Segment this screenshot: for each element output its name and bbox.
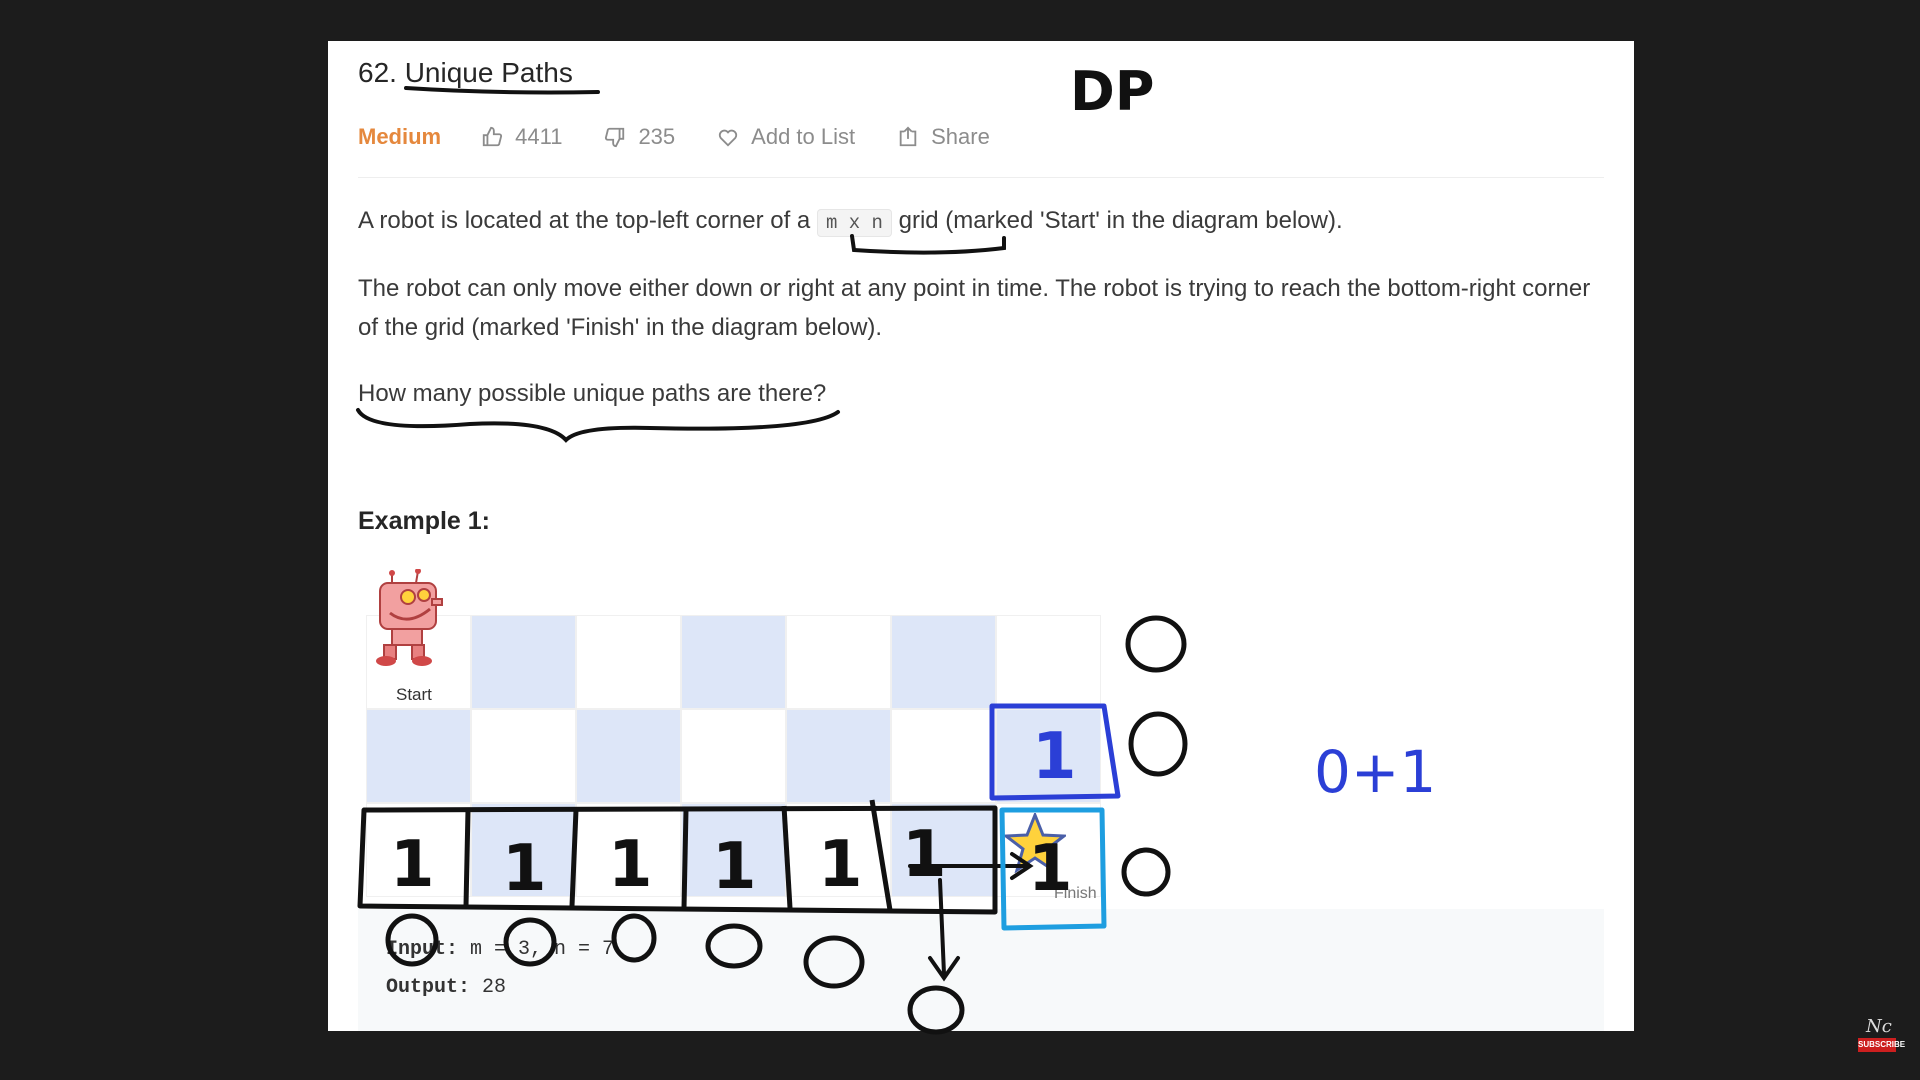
channel-logo: Nc: [1866, 1016, 1892, 1037]
grid-cell: [891, 709, 996, 803]
dislike-button[interactable]: 235: [604, 124, 675, 150]
add-to-list-button[interactable]: Add to List: [717, 124, 855, 150]
grid-cell: [366, 803, 471, 897]
output-label: Output:: [386, 976, 471, 999]
share-label: Share: [931, 124, 990, 149]
grid-cell: [681, 615, 786, 709]
finish-star-icon: [1004, 813, 1066, 873]
inline-code: m x n: [816, 209, 892, 237]
problem-meta-bar: Medium 4411 235 Add to List Share: [358, 117, 1032, 157]
like-count: 4411: [515, 124, 563, 149]
thumbs-up-icon: [482, 126, 503, 147]
grid-cell: [471, 803, 576, 897]
grid-cell: [471, 709, 576, 803]
description-question: How many possible unique paths are there…: [358, 380, 827, 407]
grid-cell: [996, 709, 1101, 803]
input-label: Input:: [386, 938, 459, 961]
grid-cell: [681, 709, 786, 803]
dislike-count: 235: [638, 124, 676, 149]
thumbs-down-icon: [605, 127, 625, 148]
input-value: m = 3, n = 7: [470, 938, 615, 961]
grid-cell: [786, 709, 891, 803]
grid-cell: [786, 615, 891, 709]
subscribe-badge[interactable]: SUBSCRIBE: [1858, 1038, 1905, 1052]
description-paragraph-2: The robot can only move either down or r…: [358, 275, 1591, 341]
grid-cell: [891, 615, 996, 709]
example-output-line: Output: 28: [386, 976, 506, 999]
grid-cell: [576, 615, 681, 709]
example-io-box: [358, 909, 1604, 1031]
start-label: Start: [396, 685, 432, 704]
description-paragraph-1: A robot is located at the top-left corne…: [358, 201, 1604, 243]
grid-cell: [366, 709, 471, 803]
grid-cell: [996, 615, 1101, 709]
grid-cell: [681, 803, 786, 897]
grid-cell: [576, 803, 681, 897]
example-title: Example 1:: [358, 507, 491, 535]
like-button[interactable]: 4411: [481, 124, 562, 150]
header-divider: [358, 177, 1604, 178]
example-grid-diagram: [366, 615, 1101, 897]
problem-title: 62. Unique Paths: [358, 57, 573, 88]
description-text: grid (marked 'Start' in the diagram belo…: [891, 207, 1343, 234]
heart-icon: [719, 129, 738, 147]
grid-cell: [891, 803, 996, 897]
share-icon: [899, 126, 917, 147]
share-button[interactable]: Share: [897, 124, 990, 150]
grid-cell: [576, 709, 681, 803]
add-to-list-label: Add to List: [751, 124, 856, 149]
description-text: A robot is located at the top-left corne…: [358, 207, 817, 234]
grid-cell: [471, 615, 576, 709]
grid-cell: [786, 803, 891, 897]
example-input-line: Input: m = 3, n = 7: [386, 938, 614, 961]
output-value: 28: [482, 976, 507, 999]
problem-panel: 62. Unique Paths Medium 4411 235 Add to …: [328, 41, 1634, 1031]
robot-icon: [376, 569, 443, 666]
finish-label: Finish: [1054, 885, 1097, 902]
difficulty-badge: Medium: [358, 124, 442, 149]
